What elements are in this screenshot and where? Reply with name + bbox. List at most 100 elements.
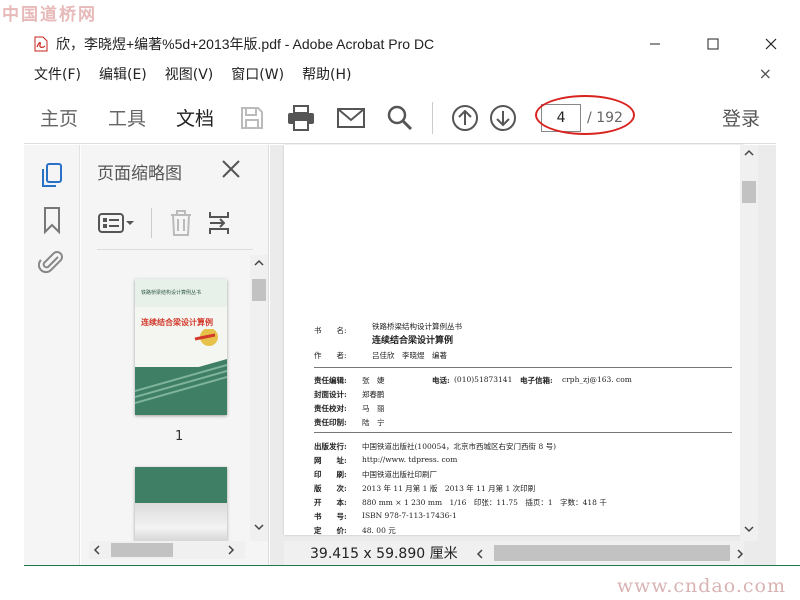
publisher-label: 出版发行: — [314, 442, 347, 451]
thumbnails-horizontal-scrollbar[interactable] — [89, 541, 245, 559]
isbn-label: 书 号: — [314, 512, 347, 521]
publisher: 中国铁道出版社(100054，北京市西城区右安门西街 8 号) — [362, 442, 557, 451]
page-thumbnails-icon[interactable] — [38, 161, 66, 189]
insert-page-icon[interactable] — [206, 209, 234, 237]
cover-designer: 郑春鹏 — [362, 390, 385, 399]
print-icon — [288, 104, 315, 131]
edition-label: 版 次: — [314, 484, 347, 493]
page-navigation: 4 / 192 — [535, 94, 636, 135]
cover-artwork — [135, 329, 227, 415]
thumbnails-list: 铁路桥梁结构设计算例丛书 连续结合梁设计算例 1 — [81, 255, 251, 541]
bookmark-icon[interactable] — [38, 205, 66, 235]
watermark-bottom: www.cndao.com — [616, 575, 786, 597]
panel-divider — [97, 249, 253, 250]
scroll-up-arrow-icon[interactable] — [254, 259, 264, 267]
doc-scroll-thumb[interactable] — [742, 181, 756, 203]
scroll-thumb-horizontal[interactable] — [111, 543, 173, 557]
navigation-rail — [24, 145, 80, 565]
main-toolbar: 主页 工具 文档 4 / 192 登录 — [24, 92, 776, 144]
format-label: 开 本: — [314, 498, 347, 507]
attachment-icon[interactable] — [38, 249, 66, 277]
status-bar: 39.415 x 59.890 厘米 — [284, 541, 744, 565]
maximize-icon — [707, 38, 719, 50]
editor: 张 婕 — [362, 376, 385, 385]
book-series: 铁路桥梁结构设计算例丛书 — [372, 322, 462, 331]
divider-line — [314, 367, 732, 368]
cover-title: 连续结合梁设计算例 — [141, 318, 213, 327]
title-bar: 欣，李晓煜+编著%5d+2013年版.pdf - Adobe Acrobat P… — [24, 30, 800, 58]
document-vertical-scrollbar[interactable] — [740, 145, 758, 541]
document-view: 书 名: 铁路桥梁结构设计算例丛书 连续结合梁设计算例 作 者: 吕佳欣 李晓煜… — [270, 145, 776, 565]
chevron-down-icon — [126, 221, 134, 225]
print-manager-label: 责任印制: — [314, 418, 347, 427]
minimize-button[interactable] — [626, 30, 684, 58]
doc-scroll-up-icon[interactable] — [744, 149, 754, 157]
scroll-left-arrow-icon[interactable] — [93, 545, 101, 555]
edition: 2013 年 11 月第 1 版 2013 年 11 月第 1 次印刷 — [362, 484, 536, 493]
close-icon — [765, 38, 777, 50]
price-label: 定 价: — [314, 526, 347, 535]
tab-document[interactable]: 文档 — [176, 104, 214, 131]
email-button[interactable] — [336, 106, 366, 130]
email: crph_zj@163. com — [562, 375, 632, 384]
doc-scroll-left-icon[interactable] — [476, 549, 484, 559]
pdf-page: 书 名: 铁路桥梁结构设计算例丛书 连续结合梁设计算例 作 者: 吕佳欣 李晓煜… — [284, 145, 744, 535]
maximize-button[interactable] — [684, 30, 742, 58]
thumbnail-page-1[interactable]: 铁路桥梁结构设计算例丛书 连续结合梁设计算例 — [135, 279, 227, 415]
print-button[interactable] — [286, 104, 316, 132]
trash-icon[interactable] — [168, 209, 194, 237]
author-label: 作 者: — [314, 351, 347, 360]
save-button[interactable] — [238, 104, 266, 132]
arrow-down-icon — [490, 104, 517, 131]
envelope-icon — [337, 107, 366, 128]
scroll-down-arrow-icon[interactable] — [254, 523, 264, 531]
thumbnail-2-band — [135, 503, 227, 541]
authors: 吕佳欣 李晓煜 编著 — [372, 351, 447, 360]
printer-label: 印 刷: — [314, 470, 347, 479]
scroll-right-arrow-icon[interactable] — [227, 545, 235, 555]
price: 48. 00 元 — [362, 526, 396, 535]
book-label: 书 名: — [314, 326, 347, 335]
menu-view[interactable]: 视图(V) — [165, 64, 214, 84]
menu-file[interactable]: 文件(F) — [34, 64, 81, 84]
website-label: 网 址: — [314, 456, 347, 465]
doc-scroll-down-icon[interactable] — [744, 525, 754, 533]
red-annotation-ellipse — [535, 94, 636, 135]
next-page-button[interactable] — [489, 104, 517, 132]
email-label: 电子信箱: — [520, 376, 553, 385]
previous-page-button[interactable] — [451, 104, 479, 132]
cover-series: 铁路桥梁结构设计算例丛书 — [141, 290, 202, 296]
isbn: ISBN 978-7-113-17436-1 — [362, 511, 457, 520]
search-button[interactable] — [386, 104, 414, 132]
panel-tool-separator — [151, 208, 152, 238]
pdf-file-icon — [34, 36, 48, 52]
doc-scroll-right-icon[interactable] — [736, 549, 744, 559]
tab-tools[interactable]: 工具 — [108, 104, 146, 131]
window-bottom-border — [24, 565, 800, 566]
thumbnail-label-1: 1 — [175, 429, 184, 444]
minimize-icon — [650, 43, 660, 45]
menu-help[interactable]: 帮助(H) — [302, 64, 351, 84]
login-button[interactable]: 登录 — [722, 104, 760, 131]
toolbar-separator — [432, 101, 434, 134]
tab-home[interactable]: 主页 — [40, 104, 78, 131]
panel-close-icon[interactable] — [219, 157, 243, 181]
panel-toolbar — [97, 203, 253, 243]
scroll-thumb[interactable] — [252, 279, 266, 301]
thumbnails-vertical-scrollbar[interactable] — [250, 255, 268, 541]
page-dimensions: 39.415 x 59.890 厘米 — [310, 546, 458, 562]
phone-label: 电话: — [432, 376, 450, 385]
website: http://www. tdpress. com — [362, 455, 458, 464]
menu-window[interactable]: 窗口(W) — [231, 64, 284, 84]
close-window-button[interactable] — [742, 30, 800, 58]
menu-edit[interactable]: 编辑(E) — [99, 64, 147, 84]
menu-bar: 文件(F) 编辑(E) 视图(V) 窗口(W) 帮助(H) × — [24, 62, 800, 86]
search-icon — [387, 105, 413, 130]
page-thumbnails-panel: 页面缩略图 铁路桥梁结构设计算例丛书 连续结合梁设计算例 1 — [81, 145, 269, 565]
doc-horizontal-scroll-thumb[interactable] — [494, 545, 730, 561]
window-title: 欣，李晓煜+编著%5d+2013年版.pdf - Adobe Acrobat P… — [56, 36, 435, 52]
save-icon — [241, 106, 264, 129]
thumbnail-options-button[interactable] — [97, 212, 135, 234]
close-document-button[interactable]: × — [759, 64, 772, 83]
thumbnail-page-2[interactable] — [135, 467, 227, 541]
